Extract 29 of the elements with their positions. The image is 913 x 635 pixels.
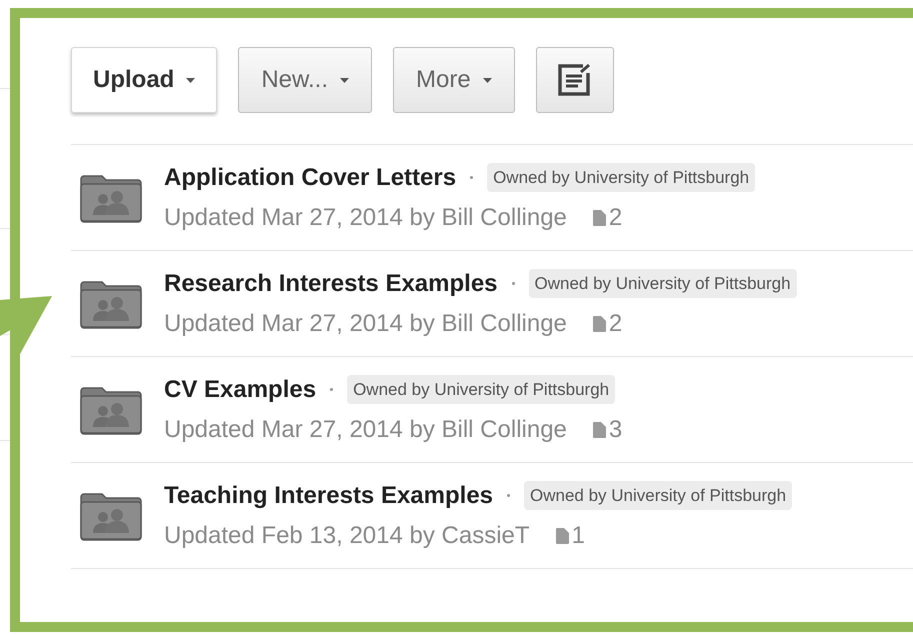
notes-button[interactable] (536, 47, 614, 113)
owner-badge: Owned by University of Pittsburgh (487, 162, 756, 192)
document-icon (592, 316, 606, 332)
folder-title[interactable]: CV Examples (164, 372, 316, 408)
updated-info: Updated Mar 27, 2014 by Bill Collinge (164, 308, 567, 338)
shared-folder-icon (79, 172, 143, 222)
shared-folder-icon (79, 490, 143, 540)
document-icon (592, 210, 606, 226)
folder-title[interactable]: Application Cover Letters (164, 160, 456, 196)
shared-folder-icon (79, 384, 143, 434)
updated-info: Updated Mar 27, 2014 by Bill Collinge (164, 414, 567, 444)
owner-badge: Owned by University of Pittsburgh (524, 480, 792, 510)
document-icon (556, 528, 569, 544)
owner-badge: Owned by University of Pittsburgh (528, 268, 797, 298)
notes-icon (556, 63, 593, 97)
file-count: 3 (608, 414, 622, 444)
file-count: 2 (608, 202, 622, 232)
updated-info: Updated Mar 27, 2014 by Bill Collinge (164, 202, 567, 232)
toolbar-button[interactable]: More (393, 47, 515, 113)
document-icon (592, 422, 606, 438)
toolbar-button[interactable]: New... (238, 47, 372, 113)
updated-info: Updated Feb 13, 2014 by CassieT (164, 520, 530, 550)
file-count: 2 (608, 308, 622, 338)
toolbar-button[interactable]: Upload (71, 47, 218, 113)
file-count: 1 (572, 520, 585, 550)
shared-folder-icon (79, 278, 143, 328)
folder-title[interactable]: Research Interests Examples (164, 266, 498, 302)
owner-badge: Owned by University of Pittsburgh (347, 374, 616, 404)
folder-title[interactable]: Teaching Interests Examples (164, 478, 494, 514)
